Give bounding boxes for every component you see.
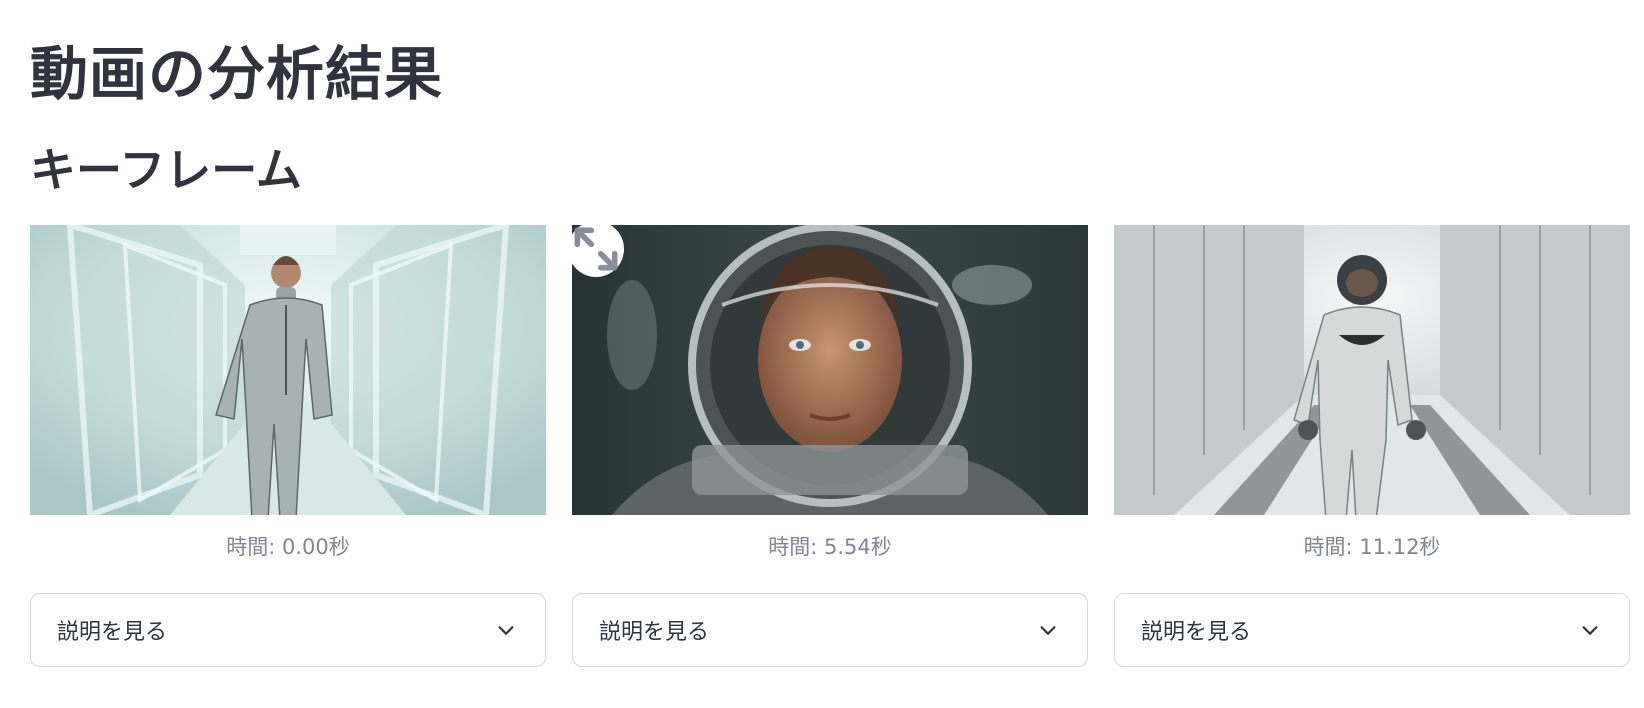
chevron-down-icon	[498, 626, 514, 635]
expander-label: 説明を見る	[599, 620, 710, 645]
keyframe-time: 時間: 11.12秒	[1303, 535, 1441, 559]
keyframe-image[interactable]	[1114, 225, 1630, 515]
keyframe-time: 時間: 0.00秒	[226, 535, 350, 559]
chevron-down-icon	[1582, 626, 1598, 635]
fullscreen-button[interactable]	[572, 225, 624, 277]
explanation-expander[interactable]: 説明を見る	[30, 593, 546, 667]
explanation-expander[interactable]: 説明を見る	[572, 593, 1088, 667]
expander-label: 説明を見る	[57, 620, 168, 645]
keyframe-card: 時間: 0.00秒 説明を見る	[30, 225, 546, 667]
keyframe-image[interactable]	[572, 225, 1088, 515]
page-title: 動画の分析結果	[30, 40, 444, 108]
fullscreen-expand-icon	[574, 227, 618, 271]
keyframe-time: 時間: 5.54秒	[768, 535, 892, 559]
keyframe-card: 時間: 11.12秒 説明を見る	[1114, 225, 1630, 667]
section-title-keyframes: キーフレーム	[30, 143, 302, 197]
hallway-astronaut-image	[1114, 225, 1630, 515]
corridor-scene-image	[30, 225, 546, 515]
explanation-expander[interactable]: 説明を見る	[1114, 593, 1630, 667]
astronaut-closeup-image	[572, 225, 1088, 515]
expander-label: 説明を見る	[1141, 620, 1252, 645]
keyframe-card: 時間: 5.54秒 説明を見る	[572, 225, 1088, 667]
keyframe-image[interactable]	[30, 225, 546, 515]
chevron-down-icon	[1040, 626, 1056, 635]
